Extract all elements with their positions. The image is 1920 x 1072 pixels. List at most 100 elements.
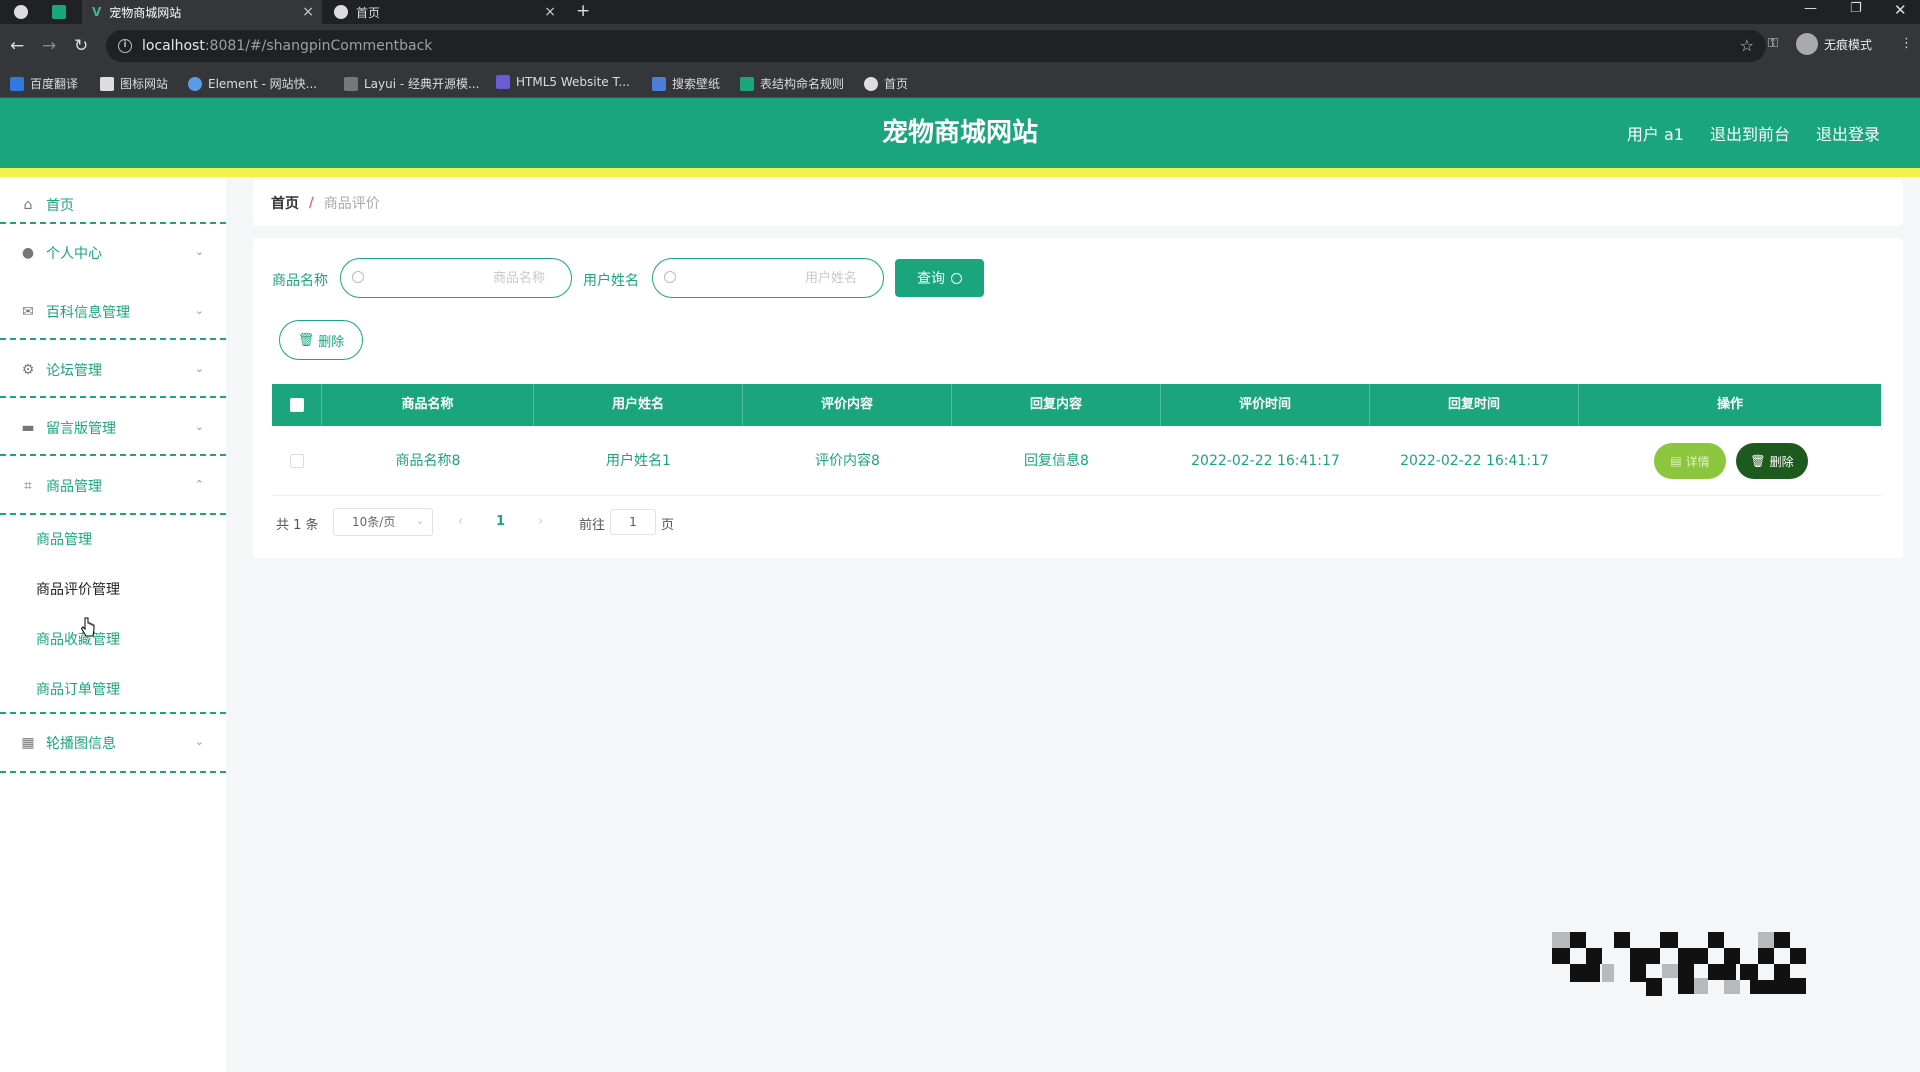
submenu-item-product-reviews[interactable]: 商品评价管理 xyxy=(36,579,120,599)
header-links: 用户 a1 退出到前台 退出登录 xyxy=(1627,121,1880,145)
hand-cursor-icon xyxy=(80,617,95,637)
sidebar-item-message-board[interactable]: ▬ 留言版管理 ⌄ xyxy=(0,400,226,456)
pixel-watermark xyxy=(1552,932,1806,996)
close-window-icon[interactable]: ✕ xyxy=(1894,1,1907,19)
bookmark-star-icon[interactable]: ☆ xyxy=(1740,36,1754,55)
settings-icon: ⚙ xyxy=(21,362,35,378)
user-icon: ● xyxy=(21,245,35,261)
column-header: 回复时间 xyxy=(1370,384,1579,426)
sidebar-item-profile[interactable]: ● 个人中心 ⌄ xyxy=(0,225,226,281)
flag-icon xyxy=(100,76,114,91)
column-header: 用户姓名 xyxy=(534,384,743,426)
trash-icon: 🗑 xyxy=(1750,454,1766,468)
tab-pet-shop[interactable]: V 宠物商城网站 × xyxy=(82,0,322,24)
wallpaper-icon xyxy=(652,76,666,91)
incognito-badge[interactable]: 无痕模式 xyxy=(1796,33,1872,55)
product-name-input[interactable] xyxy=(340,258,572,298)
bookmark-item[interactable]: 首页 xyxy=(864,75,908,92)
sheet-icon xyxy=(740,76,754,91)
tab-pinned-green[interactable] xyxy=(46,0,76,24)
current-user-link[interactable]: 用户 a1 xyxy=(1627,121,1684,145)
sidebar-item-forum[interactable]: ⚙ 论坛管理 ⌄ xyxy=(0,342,226,398)
back-icon[interactable]: ← xyxy=(10,36,24,56)
crop-icon: ⌗ xyxy=(24,478,32,494)
batch-delete-button[interactable]: 🗑 删除 xyxy=(279,320,363,360)
goto-label: 前往 xyxy=(579,518,606,533)
page-size-select[interactable]: 10条/页 ⌄ xyxy=(333,508,433,536)
restore-icon[interactable]: ❐ xyxy=(1850,1,1862,16)
globe-icon xyxy=(864,76,878,91)
breadcrumb-separator: / xyxy=(309,195,314,211)
sidebar-item-encyclopedia[interactable]: ✉ 百科信息管理 ⌄ xyxy=(0,284,226,340)
close-icon[interactable]: × xyxy=(544,4,556,20)
user-name-input[interactable] xyxy=(652,258,884,298)
bookmark-item[interactable]: Element - 网站快... xyxy=(188,75,317,92)
sidebar: ⌂ 首页 ● 个人中心 ⌄ ✉ 百科信息管理 ⌄ ⚙ 论坛管理 ⌄ ▬ 留言版管… xyxy=(0,177,226,1072)
breadcrumb: 首页 / 商品评价 xyxy=(253,180,1903,226)
search-icon xyxy=(664,271,676,283)
translate-icon xyxy=(10,76,24,91)
html5-icon xyxy=(496,75,510,89)
inbox-icon: ▬ xyxy=(21,420,35,436)
prev-page-icon[interactable]: ‹ xyxy=(458,514,463,529)
bookmark-item[interactable]: Layui - 经典开源模... xyxy=(344,75,479,92)
forward-icon[interactable]: → xyxy=(42,36,56,56)
sidebar-item-products[interactable]: ⌗ 商品管理 ⌃ xyxy=(0,458,226,514)
logout-link[interactable]: 退出登录 xyxy=(1816,121,1880,145)
submenu-item-products[interactable]: 商品管理 xyxy=(36,529,92,549)
submenu-item-product-favorites[interactable]: 商品收藏管理 xyxy=(36,629,120,649)
close-icon[interactable]: × xyxy=(302,4,314,20)
bookmark-item[interactable]: 表结构命名规则 xyxy=(740,75,844,92)
url-field[interactable]: i localhost:8081/#/shangpinCommentback ☆ xyxy=(106,30,1766,62)
query-button[interactable]: 查询 xyxy=(895,259,984,297)
reload-icon[interactable]: ↻ xyxy=(74,36,88,56)
more-menu-icon[interactable]: ⋮ xyxy=(1900,36,1913,51)
pagination-total: 共 1 条 xyxy=(276,518,319,533)
url-host: localhost xyxy=(142,38,205,54)
browser-tab-strip: V 宠物商城网站 × 首页 × + — ❐ ✕ xyxy=(0,0,1920,24)
app-icon xyxy=(52,5,66,19)
table-header: 商品名称 用户姓名 评价内容 回复内容 评价时间 回复时间 操作 xyxy=(272,384,1881,426)
user-name-label: 用户姓名 xyxy=(583,273,639,289)
column-header: 回复内容 xyxy=(952,384,1161,426)
product-name-label: 商品名称 xyxy=(272,273,328,289)
new-tab-icon[interactable]: + xyxy=(576,1,590,21)
bookmark-item[interactable]: 搜索壁纸 xyxy=(652,75,720,92)
detail-button[interactable]: ▤ 详情 xyxy=(1654,443,1726,479)
menu-divider xyxy=(0,771,226,773)
cell-reply: 回复信息8 xyxy=(1024,453,1089,469)
submenu-item-product-orders[interactable]: 商品订单管理 xyxy=(36,679,120,699)
column-header: 商品名称 xyxy=(322,384,534,426)
select-all-cell xyxy=(272,384,322,426)
sidebar-item-carousel[interactable]: ▦ 轮播图信息 ⌄ xyxy=(0,715,226,771)
cell-reply-time: 2022-02-22 16:41:17 xyxy=(1400,453,1549,469)
vue-icon: V xyxy=(92,5,102,19)
tab-title: 首页 xyxy=(356,5,381,20)
breadcrumb-home[interactable]: 首页 xyxy=(271,193,299,213)
next-page-icon[interactable]: › xyxy=(538,514,543,529)
info-icon[interactable]: i xyxy=(118,39,132,53)
bookmark-item[interactable]: 百度翻译 xyxy=(10,75,78,92)
bookmark-item[interactable]: HTML5 Website T... xyxy=(496,75,630,89)
bookmarks-bar: 百度翻译 图标网站 Element - 网站快... Layui - 经典开源模… xyxy=(0,68,1920,98)
tab-title: 宠物商城网站 xyxy=(109,5,182,20)
key-icon[interactable]: ⚿ xyxy=(1768,36,1778,51)
goto-page-input[interactable] xyxy=(610,509,656,535)
select-all-checkbox[interactable] xyxy=(290,398,304,412)
incognito-label: 无痕模式 xyxy=(1824,37,1873,52)
tab-search-pinned[interactable] xyxy=(8,0,38,24)
minimize-icon[interactable]: — xyxy=(1804,1,1817,16)
header-accent-line xyxy=(0,168,1920,177)
page-number[interactable]: 1 xyxy=(496,514,505,529)
url-path: :8081/#/shangpinCommentback xyxy=(204,38,433,54)
row-checkbox[interactable] xyxy=(290,454,304,468)
search-icon xyxy=(951,272,962,284)
tab-home[interactable]: 首页 × xyxy=(324,0,564,24)
exit-to-frontend-link[interactable]: 退出到前台 xyxy=(1710,121,1790,145)
delete-button[interactable]: 🗑 删除 xyxy=(1736,443,1808,479)
chevron-down-icon: ⌄ xyxy=(194,304,204,317)
incognito-icon xyxy=(1796,33,1818,55)
cell-user: 用户姓名1 xyxy=(606,453,671,469)
address-bar: ← → ↻ i localhost:8081/#/shangpinComment… xyxy=(0,24,1920,68)
bookmark-item[interactable]: 图标网站 xyxy=(100,75,168,92)
